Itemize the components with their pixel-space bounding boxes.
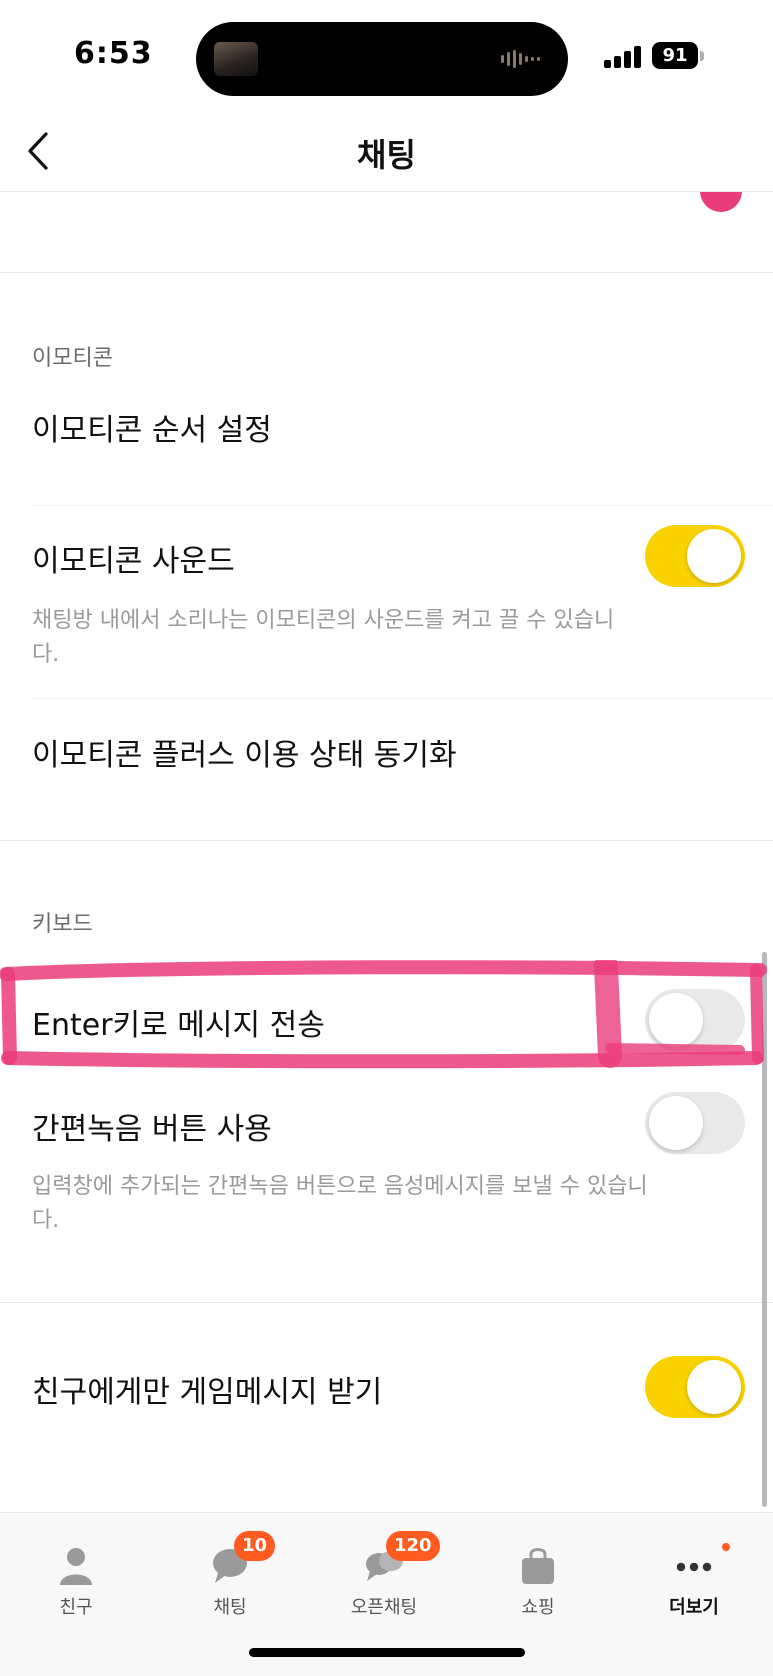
- person-icon: [60, 1548, 92, 1585]
- tab-chats[interactable]: 10 채팅: [170, 1531, 290, 1621]
- tab-open-chat[interactable]: 120 오픈채팅: [324, 1531, 444, 1621]
- section-divider: [0, 272, 773, 273]
- navigation-bar: 채팅: [0, 110, 773, 192]
- emoticon-sound-description: 채팅방 내에서 소리나는 이모티콘의 사운드를 켜고 끌 수 있습니다.: [32, 608, 615, 667]
- tab-shopping[interactable]: 쇼핑: [478, 1531, 598, 1621]
- tab-label: 친구: [59, 1597, 93, 1618]
- dynamic-island[interactable]: [196, 22, 568, 96]
- tab-more[interactable]: 더보기: [634, 1531, 754, 1621]
- game-message-toggle[interactable]: [645, 1356, 745, 1418]
- tab-label: 더보기: [669, 1597, 719, 1618]
- emoticon-order-label: 이모티콘 순서 설정: [32, 413, 272, 448]
- new-indicator-dot: [722, 1543, 730, 1551]
- emoticon-sound-toggle[interactable]: [645, 525, 745, 587]
- tab-label: 쇼핑: [521, 1597, 555, 1618]
- emoticon-sound-label: 이모티콘 사운드: [32, 544, 235, 579]
- row-divider: [32, 698, 773, 699]
- now-playing-artwork: [214, 42, 258, 76]
- unread-badge: 10: [234, 1531, 276, 1561]
- game-message-label: 친구에게만 게임메시지 받기: [32, 1375, 383, 1410]
- tab-friends[interactable]: 친구: [16, 1531, 136, 1621]
- section-divider: [0, 1302, 773, 1303]
- enter-send-label: Enter키로 메시지 전송: [32, 1008, 325, 1043]
- scrollbar[interactable]: [762, 952, 767, 1507]
- audio-waveform-icon: [501, 50, 540, 68]
- cellular-signal-icon: [604, 44, 644, 68]
- status-bar: 6:53 91: [0, 0, 773, 110]
- section-divider: [0, 840, 773, 841]
- more-dots-icon: [676, 1562, 712, 1572]
- checked-badge-icon: [700, 192, 742, 212]
- page-title: 채팅: [357, 136, 416, 174]
- partially-visible-row: [0, 192, 773, 272]
- quick-record-label: 간편녹음 버튼 사용: [32, 1112, 272, 1147]
- tab-label: 채팅: [213, 1597, 247, 1618]
- tab-label: 오픈채팅: [350, 1597, 418, 1618]
- toggle-knob: [649, 993, 703, 1047]
- toggle-knob: [687, 529, 741, 583]
- settings-list[interactable]: 이모티콘 이모티콘 순서 설정 이모티콘 사운드 채팅방 내에서 소리나는 이모…: [0, 192, 773, 1512]
- toggle-knob: [687, 1360, 741, 1414]
- quick-record-toggle[interactable]: [645, 1092, 745, 1154]
- battery-tip: [700, 51, 704, 61]
- home-indicator[interactable]: [249, 1648, 525, 1657]
- enter-send-toggle[interactable]: [645, 989, 745, 1051]
- battery-icon: 91: [652, 42, 698, 69]
- emoticon-plus-sync-label: 이모티콘 플러스 이용 상태 동기화: [32, 738, 457, 773]
- shopping-bag-icon: [522, 1548, 554, 1584]
- section-header-emoticon: 이모티콘: [32, 346, 113, 371]
- row-divider: [32, 505, 773, 506]
- unread-badge: 120: [386, 1531, 440, 1561]
- quick-record-description: 입력창에 추가되는 간편녹음 버튼으로 음성메시지를 보낼 수 있습니다.: [32, 1174, 648, 1233]
- section-header-keyboard: 키보드: [32, 912, 93, 937]
- toggle-knob: [649, 1096, 703, 1150]
- status-time: 6:53: [74, 36, 153, 71]
